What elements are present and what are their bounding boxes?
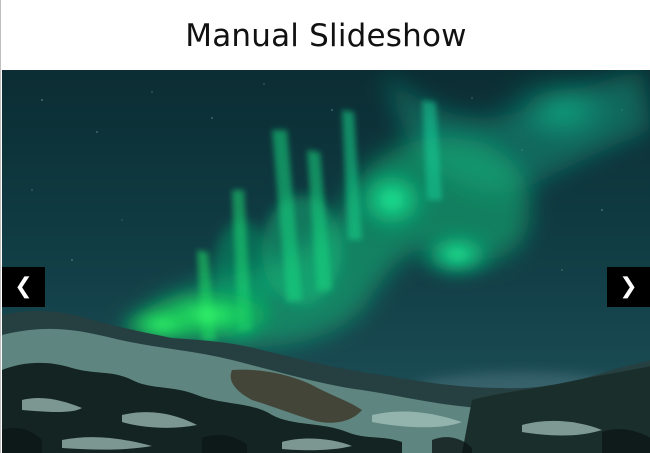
slide-image [2, 70, 650, 453]
next-slide-button[interactable]: ❯ [607, 267, 650, 307]
aurora-image [2, 70, 650, 453]
previous-slide-button[interactable]: ❮ [2, 267, 45, 307]
page-title: Manual Slideshow [185, 18, 467, 54]
slideshow-page: Manual Slideshow ❮ ❯ [0, 0, 650, 453]
